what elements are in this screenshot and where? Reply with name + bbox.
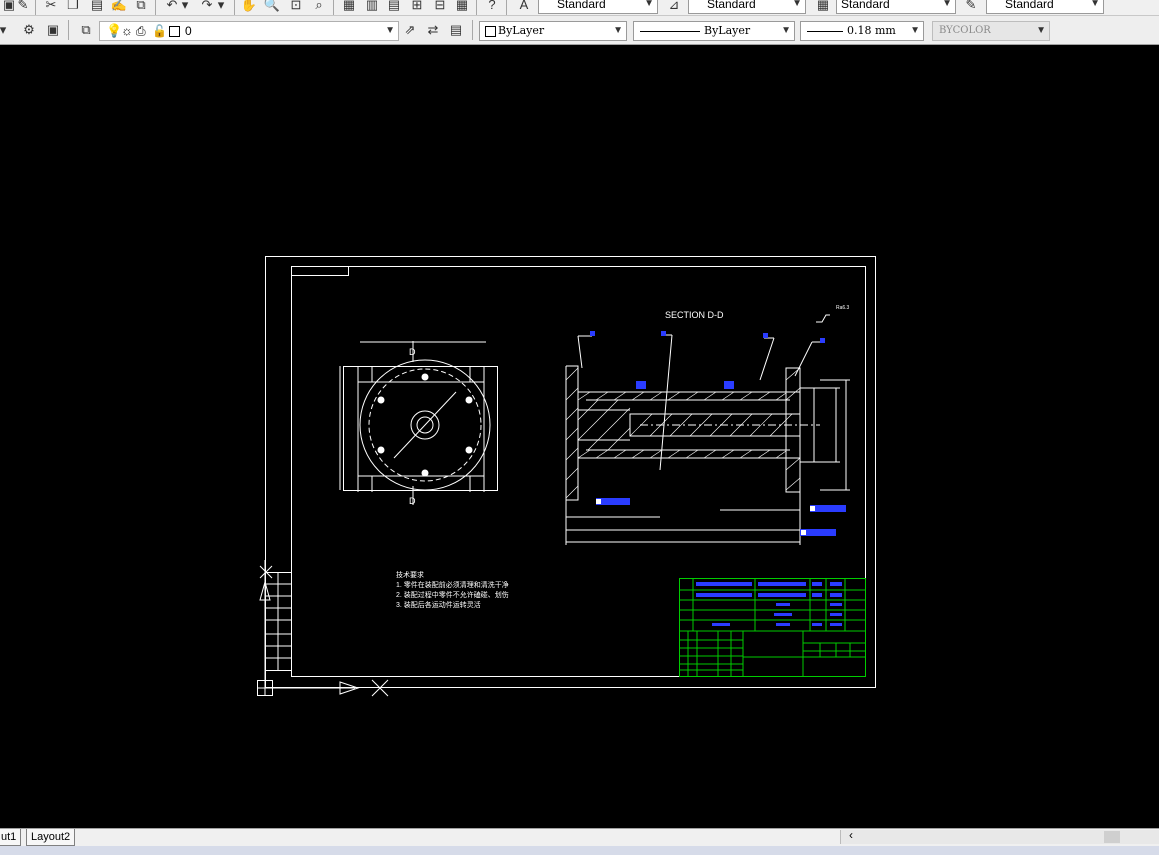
layers-properties-toolbar: ▾ ⚙ ▣ ⧉ 💡 ☼ ⎙ 🔓 0 ▼ ⇗ ⇄ ▤ ByLayer ▼ ByLa… [0, 16, 1159, 45]
color-dropdown[interactable]: ByLayer ▼ [479, 21, 627, 41]
tab-layout1[interactable]: ut1 [0, 829, 22, 846]
zoom-realtime-icon[interactable]: 🔍 [263, 0, 281, 14]
chevron-down-icon[interactable]: ▾ [0, 21, 12, 39]
drawing-canvas[interactable]: SECTION D-D D D Ra6.3 技术要求 1. 零件在装配前必须清理… [0, 45, 1159, 828]
chevron-down-icon: ▼ [644, 0, 654, 9]
scroll-left-icon[interactable]: ‹ [849, 828, 853, 842]
front-view [339, 341, 498, 505]
make-current-layer-icon[interactable]: ⇗ [401, 21, 419, 39]
chevron-down-icon: ▼ [792, 0, 802, 9]
layer-state-icon[interactable]: ▣ [44, 21, 62, 39]
redo-dropdown-icon[interactable]: ▾ [212, 0, 230, 14]
sheet-set-icon[interactable]: ⊞ [408, 0, 426, 14]
zoom-window-icon[interactable]: ⊡ [287, 0, 305, 14]
chevron-down-icon: ▼ [1090, 0, 1100, 9]
cut-label-bottom: D [409, 496, 416, 506]
standard-toolbar: ▣ ✎ ✂ ❐ ▤ ✍ ⧉ ↶ ▾ ↷ ▾ ✋ 🔍 ⊡ ⌕ ▦ ▥ ▤ ⊞ ⊟ … [0, 0, 1159, 16]
section-view [565, 314, 850, 545]
title-block-text-marks [696, 582, 842, 626]
ucs-icon [257, 560, 389, 697]
layer-previous-icon[interactable]: ⇄ [424, 21, 442, 39]
tech-req-item-3: 3. 装配后各运动件运转灵活 [396, 602, 481, 609]
chevron-down-icon: ▼ [613, 25, 623, 36]
lightbulb-icon: 💡 [106, 23, 123, 38]
gear-icon[interactable]: ⚙ [20, 21, 38, 39]
multileader-style-icon[interactable]: ✎ [962, 0, 980, 14]
linetype-preview [640, 31, 700, 32]
chevron-down-icon: ▼ [781, 25, 791, 36]
toolbar-separator [333, 0, 334, 15]
plot-icon[interactable]: ✎ [14, 0, 32, 14]
properties-icon[interactable]: ▦ [340, 0, 358, 14]
horizontal-scrollbar[interactable]: ‹ [840, 828, 1159, 844]
pan-icon[interactable]: ✋ [240, 0, 258, 14]
toolbar-separator [472, 20, 473, 40]
table-style-dropdown[interactable]: Standard ▼ [836, 0, 956, 14]
markup-icon[interactable]: ⊟ [431, 0, 449, 14]
toolbar-separator [506, 0, 507, 15]
text-style-icon[interactable]: A [515, 0, 533, 14]
copy-icon[interactable]: ❐ [64, 0, 82, 14]
title-block [679, 578, 866, 677]
layer-color-swatch [169, 26, 180, 37]
tool-palettes-icon[interactable]: ▤ [385, 0, 403, 14]
cut-label-top: D [409, 347, 416, 357]
tab-layout2[interactable]: Layout2 [26, 829, 76, 846]
tech-req-item-1: 1. 零件在装配前必须清理和清洗干净 [396, 582, 509, 589]
toolbar-separator [35, 0, 36, 15]
linetype-dropdown[interactable]: ByLayer ▼ [633, 21, 795, 41]
layout-tab-bar: ut1 Layout2 ‹ [0, 828, 1159, 855]
block-editor-icon[interactable]: ⧉ [132, 0, 150, 14]
zoom-previous-icon[interactable]: ⌕ [310, 0, 328, 14]
roughness-label: Ra6.3 [836, 305, 850, 311]
lineweight-dropdown[interactable]: 0.18 mm ▼ [800, 21, 924, 41]
sun-icon: ☼ [121, 23, 133, 38]
multileader-style-dropdown[interactable]: Standard ▼ [986, 0, 1104, 14]
dim-style-icon[interactable]: ⊿ [665, 0, 683, 14]
chevron-down-icon: ▼ [942, 0, 952, 9]
code-box [291, 266, 349, 276]
toolbar-separator [234, 0, 235, 15]
print-icon: ⎙ [136, 24, 146, 38]
section-hatching [565, 367, 801, 499]
layer-properties-icon[interactable]: ⧉ [77, 21, 95, 39]
tech-req-item-2: 2. 装配过程中零件不允许磕碰、划伤 [396, 592, 509, 599]
chevron-down-icon: ▼ [1036, 25, 1046, 36]
cut-icon[interactable]: ✂ [42, 0, 60, 14]
paste-icon[interactable]: ▤ [88, 0, 106, 14]
unlock-icon: 🔓 [152, 24, 167, 38]
section-label: SECTION D-D [665, 310, 724, 320]
layer-dropdown[interactable]: 💡 ☼ ⎙ 🔓 0 ▼ [99, 21, 399, 41]
design-center-icon[interactable]: ▥ [363, 0, 381, 14]
text-style-dropdown[interactable]: Standard ▼ [538, 0, 658, 14]
chevron-down-icon: ▼ [385, 25, 395, 36]
technical-requirements: 技术要求 1. 零件在装配前必须清理和清洗干净 2. 装配过程中零件不允许磕碰、… [396, 571, 509, 611]
chevron-down-icon: ▼ [910, 25, 920, 36]
drawing-svg [257, 256, 876, 697]
plotstyle-dropdown: BYCOLOR ▼ [932, 21, 1050, 41]
dim-style-dropdown[interactable]: Standard ▼ [688, 0, 806, 14]
tech-req-title: 技术要求 [396, 572, 424, 579]
toolbar-separator [155, 0, 156, 15]
help-icon[interactable]: ? [483, 0, 501, 14]
toolbar-separator [68, 20, 69, 40]
scrollbar-thumb[interactable] [1104, 831, 1120, 843]
sheet-outer-border [265, 256, 876, 688]
color-swatch [485, 26, 496, 37]
calculator-icon[interactable]: ▦ [453, 0, 471, 14]
table-style-icon[interactable]: ▦ [814, 0, 832, 14]
match-properties-icon[interactable]: ✍ [110, 0, 128, 14]
dimension-tags [590, 331, 846, 536]
undo-dropdown-icon[interactable]: ▾ [176, 0, 194, 14]
layer-isolate-icon[interactable]: ▤ [447, 21, 465, 39]
left-margin-table [265, 572, 292, 671]
lineweight-preview [807, 31, 843, 32]
toolbar-separator [476, 0, 477, 15]
